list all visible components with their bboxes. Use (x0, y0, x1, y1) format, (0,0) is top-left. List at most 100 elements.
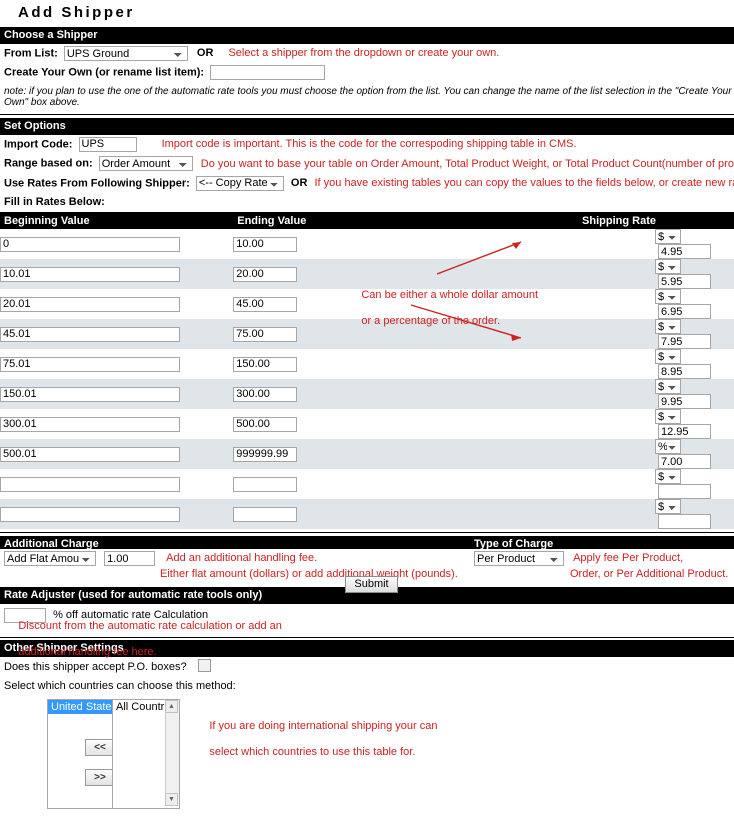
rate-symbol-select[interactable]: $% (654, 259, 681, 275)
beginning-value-input[interactable] (0, 386, 180, 402)
ending-value-input[interactable] (233, 446, 298, 462)
choose-shipper-footnote: note: if you plan to use the one of the … (4, 85, 732, 108)
shipping-rate-input[interactable] (657, 244, 711, 260)
create-own-input[interactable] (210, 65, 326, 81)
cell-beginning-value (0, 439, 234, 470)
ending-value-input[interactable] (233, 416, 298, 432)
range-based-on-annotation: Do you want to base your table on Order … (200, 157, 734, 170)
rate-symbol-select[interactable]: $% (654, 499, 681, 515)
page-title: Add Shipper (18, 4, 135, 21)
section-header-type-of-charge: Type of Charge (470, 536, 734, 550)
ending-value-input[interactable] (233, 266, 298, 282)
cell-shipping-rate: $% (451, 229, 734, 260)
ending-value-input[interactable] (233, 326, 298, 342)
beginning-value-input[interactable] (0, 476, 180, 492)
cell-beginning-value (0, 349, 234, 380)
rate-symbol-select[interactable]: $% (654, 319, 681, 335)
type-of-charge-group: Per Product Apply fee Per Product, Order… (470, 549, 734, 580)
rate-adjuster-annotation: Discount from the automatic rate calcula… (0, 607, 282, 672)
copy-rates-select[interactable]: <-- Copy Rates --> (195, 175, 284, 191)
fill-in-rates-label: Fill in Rates Below: (4, 196, 105, 209)
fill-in-rates-label-row: Fill in Rates Below: (0, 193, 734, 212)
table-row: $% (0, 499, 734, 530)
rate-symbol-select[interactable]: $% (654, 409, 681, 425)
move-left-button[interactable]: << (85, 739, 115, 757)
rates-table-header-row: Beginning Value Ending Value Shipping Ra… (0, 212, 734, 230)
cell-beginning-value (0, 229, 234, 260)
copy-rates-label: Use Rates From Following Shipper: (4, 177, 190, 190)
rate-symbol-select[interactable]: $% (654, 289, 681, 305)
copy-rates-row: Use Rates From Following Shipper: <-- Co… (0, 174, 734, 193)
shipping-rate-input[interactable] (657, 334, 711, 350)
countries-annotation-line1: If you are doing international shipping … (209, 720, 438, 733)
divider-2 (0, 532, 734, 534)
cell-ending-value (233, 379, 452, 410)
beginning-value-input[interactable] (0, 416, 180, 432)
ending-value-input[interactable] (233, 236, 298, 252)
table-row: $% (0, 229, 734, 260)
beginning-value-input[interactable] (0, 326, 180, 342)
countries-annotation: If you are doing international shipping … (191, 707, 437, 772)
shipping-rate-input[interactable] (657, 304, 711, 320)
available-countries-listbox[interactable]: All Countries ▲ ▼ (112, 699, 180, 810)
cell-ending-value (233, 229, 452, 260)
rate-symbol-select[interactable]: $% (654, 349, 681, 365)
rates-annotation-line1: Can be either a whole dollar amount (361, 289, 539, 302)
from-list-select[interactable]: UPS Ground (63, 46, 188, 61)
additional-charge-group: Add Flat Amount ($) Add an additional ha… (0, 549, 470, 580)
table-row: $% (0, 409, 734, 440)
rate-symbol-select[interactable]: $% (654, 229, 681, 245)
scroll-down-icon[interactable]: ▼ (165, 793, 178, 807)
copy-rates-or-label: OR (290, 177, 308, 190)
additional-charge-annotation-line1: Add an additional handling fee. (166, 552, 318, 565)
import-code-annotation: Import code is important. This is the co… (161, 138, 577, 151)
ending-value-input[interactable] (233, 296, 298, 312)
rates-table: Beginning Value Ending Value Shipping Ra… (0, 212, 734, 530)
cell-ending-value (233, 349, 452, 380)
rate-symbol-select[interactable]: $% (654, 379, 681, 395)
shipping-rate-input[interactable] (657, 484, 711, 500)
available-countries-scrollbar[interactable]: ▲ ▼ (165, 700, 179, 807)
type-of-charge-select[interactable]: Per Product (474, 551, 564, 567)
scroll-up-icon[interactable]: ▲ (165, 700, 178, 714)
import-code-input[interactable] (78, 136, 137, 152)
ending-value-input[interactable] (233, 386, 298, 402)
beginning-value-input[interactable] (0, 236, 180, 252)
column-header-shipping-rate: Shipping Rate (451, 212, 734, 230)
shipping-rate-input[interactable] (657, 274, 711, 290)
cell-ending-value (233, 499, 452, 530)
table-row: $% (0, 469, 734, 500)
column-header-beginning-value: Beginning Value (0, 212, 234, 230)
shipping-rate-input[interactable] (657, 364, 711, 380)
rates-annotation: Can be either a whole dollar amount or a… (343, 276, 538, 341)
ending-value-input[interactable] (233, 476, 298, 492)
ending-value-input[interactable] (233, 356, 298, 372)
shipping-rate-input[interactable] (657, 454, 711, 470)
submit-button[interactable]: Submit (345, 576, 398, 593)
shipping-rate-input[interactable] (657, 514, 711, 530)
cell-beginning-value (0, 289, 234, 320)
shipping-rate-input[interactable] (657, 424, 711, 440)
section-header-additional-charge: Additional Charge (0, 536, 470, 550)
ending-value-input[interactable] (233, 506, 298, 522)
rate-adjuster-annotation-line1: Discount from the automatic rate calcula… (18, 620, 282, 633)
move-right-button[interactable]: >> (85, 769, 115, 787)
beginning-value-input[interactable] (0, 296, 180, 312)
beginning-value-input[interactable] (0, 266, 180, 282)
additional-charge-amount-input[interactable] (104, 551, 156, 567)
cell-beginning-value (0, 499, 234, 530)
cell-shipping-rate: $% (451, 499, 734, 530)
cell-shipping-rate: $% (451, 409, 734, 440)
beginning-value-input[interactable] (0, 506, 180, 522)
create-own-row: Create Your Own (or rename list item): (0, 63, 734, 82)
additional-charge-type-select[interactable]: Add Flat Amount ($) (4, 551, 96, 567)
range-based-on-select[interactable]: Order Amount (98, 156, 193, 172)
rate-symbol-select[interactable]: $% (654, 469, 681, 485)
from-list-label: From List: (4, 47, 58, 60)
rate-symbol-select[interactable]: $% (654, 439, 681, 455)
beginning-value-input[interactable] (0, 446, 180, 462)
type-of-charge-controls: Per Product Apply fee Per Product, (470, 549, 734, 568)
shipping-rate-input[interactable] (657, 394, 711, 410)
beginning-value-input[interactable] (0, 356, 180, 372)
import-code-label: Import Code: (4, 138, 73, 151)
